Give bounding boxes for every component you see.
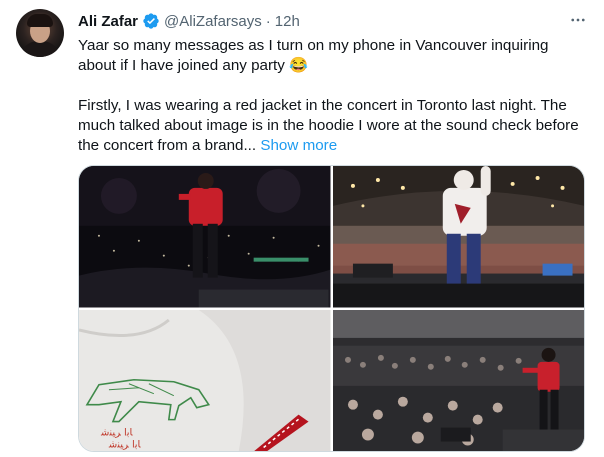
tweet-header: Ali Zafar @AliZafarsays · 12h [78, 11, 300, 31]
svg-text:ﺎﺑﺍ ﺮﻴﻨﺷ: ﺎﺑﺍ ﺮﻴﻨﺷ [108, 439, 142, 450]
avatar-body [20, 41, 60, 57]
hoodie-print-image: ﺎﺑﺍ ﺮﻴﻨﺷ ﺎﺑﺍ ﺮﻴﻨﺷ [79, 309, 331, 451]
tweet-text-paragraph-1: Yaar so many messages as I turn on my ph… [78, 37, 549, 74]
tweet-text: Yaar so many messages as I turn on my ph… [78, 36, 588, 156]
header-separator: · [265, 12, 271, 30]
author-handle[interactable]: @AliZafarsays [164, 13, 262, 30]
author-name[interactable]: Ali Zafar [78, 13, 138, 30]
avatar[interactable] [16, 9, 64, 57]
media-photo-hoodie-print[interactable]: ﺎﺑﺍ ﺮﻴﻨﺷ ﺎﺑﺍ ﺮﻴﻨﺷ [79, 309, 331, 451]
media-photo-arena-crowd[interactable] [332, 309, 584, 451]
tweet-text-paragraph-2: Firstly, I was wearing a red jacket in t… [78, 96, 588, 156]
verified-badge-icon [143, 13, 159, 29]
more-options-icon [571, 18, 585, 22]
arena-crowd-image [332, 309, 584, 451]
soundcheck-photo-image [332, 166, 584, 308]
tweet-timestamp[interactable]: 12h [275, 13, 300, 30]
avatar-hair [27, 14, 53, 27]
tweet[interactable]: Ali Zafar @AliZafarsays · 12h Yaar so ma… [0, 0, 604, 457]
media-grid: ﺎﺑﺍ ﺮﻴﻨﺷ ﺎﺑﺍ ﺮﻴﻨﺷ [78, 165, 585, 452]
media-photo-concert-red-jacket[interactable] [79, 166, 331, 308]
show-more-link[interactable]: Show more [260, 137, 337, 154]
more-options-button[interactable] [566, 10, 590, 30]
svg-text:ﺎﺑﺍ ﺮﻴﻨﺷ: ﺎﺑﺍ ﺮﻴﻨﺷ [100, 427, 134, 438]
media-photo-soundcheck-hoodie[interactable] [332, 166, 584, 308]
concert-photo-image [79, 166, 331, 308]
